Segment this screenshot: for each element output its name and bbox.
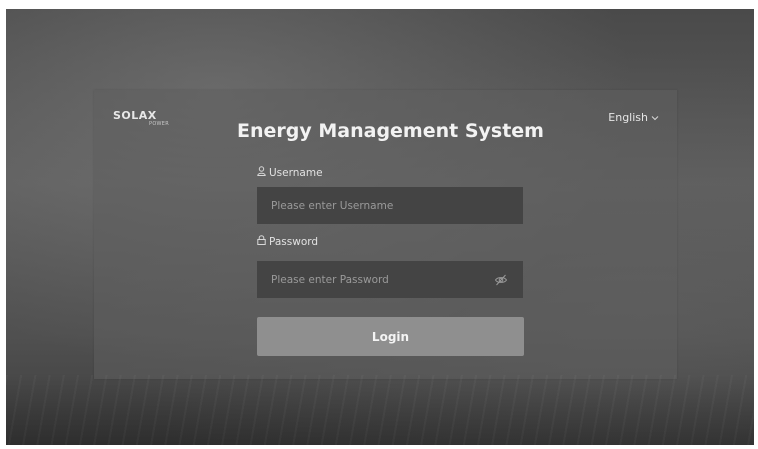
password-label-row: Password	[257, 235, 318, 248]
eye-off-icon[interactable]	[494, 272, 508, 286]
login-button[interactable]: Login	[257, 317, 524, 356]
lock-icon	[257, 235, 266, 248]
login-screen: SOLAX POWER English Energy Management Sy…	[6, 9, 754, 445]
username-input[interactable]	[257, 187, 523, 224]
username-label-row: Username	[257, 166, 323, 179]
login-panel: SOLAX POWER English Energy Management Sy…	[94, 90, 677, 379]
password-label: Password	[269, 235, 319, 248]
page-title: Energy Management System	[237, 120, 544, 142]
password-input[interactable]	[257, 261, 523, 298]
username-label: Username	[269, 166, 323, 179]
user-icon	[257, 166, 266, 179]
